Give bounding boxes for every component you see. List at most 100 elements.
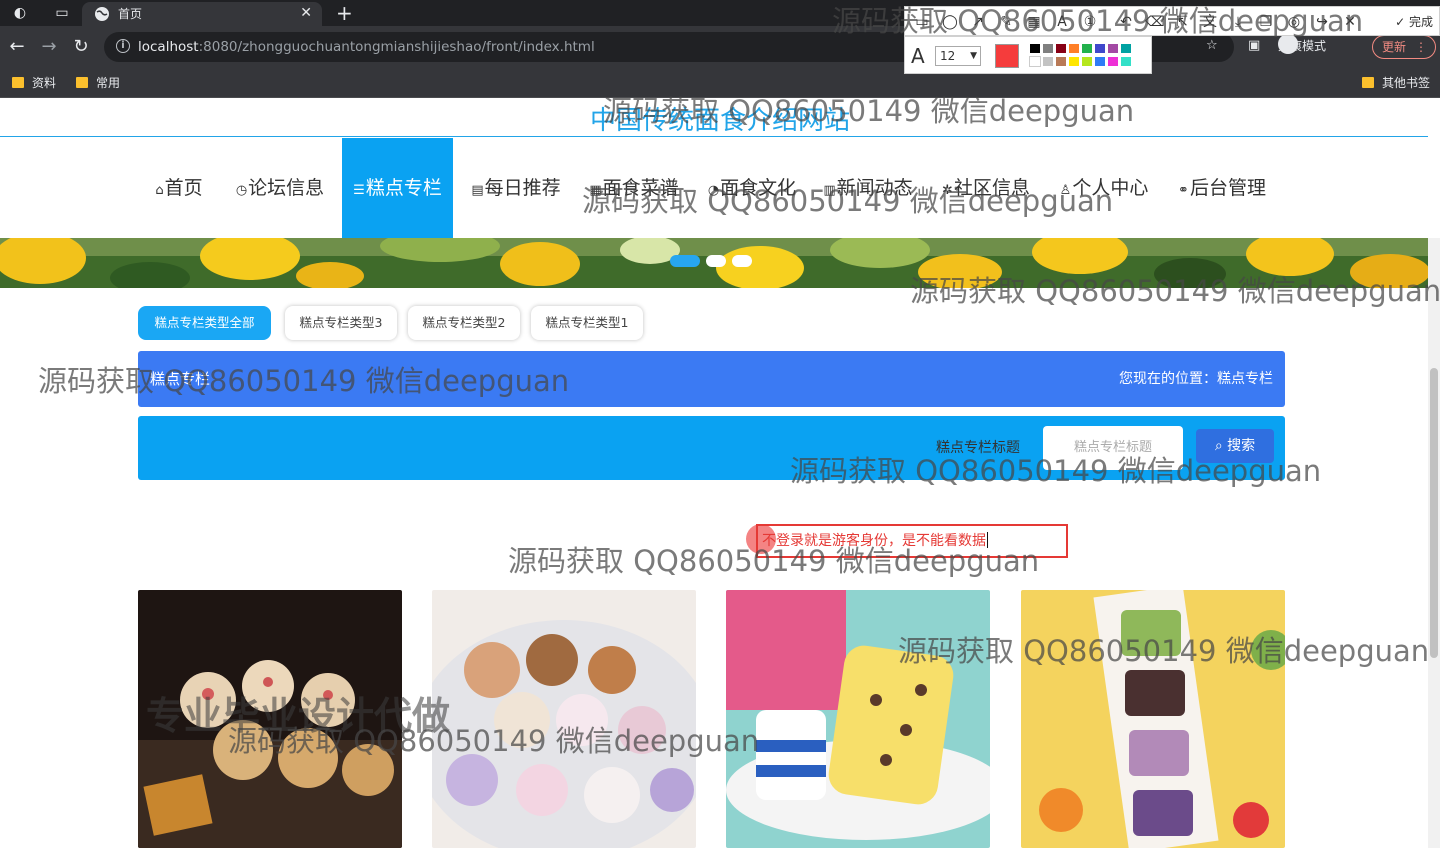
nav-item-recipes[interactable]: ▦面食菜谱: [580, 138, 688, 238]
color-swatch[interactable]: [1081, 43, 1093, 54]
ellipse-tool-icon[interactable]: ◯: [941, 13, 959, 31]
url-text[interactable]: localhost:8080/zhongguochuantongmianshij…: [138, 39, 595, 55]
eraser-icon[interactable]: ⌫: [1145, 13, 1165, 31]
text-tool-icon[interactable]: A: [1053, 13, 1071, 31]
home-icon: ⌂: [155, 183, 164, 198]
ocr-icon[interactable]: ◎: [1285, 13, 1303, 31]
mosaic-tool-icon[interactable]: ▦: [1025, 13, 1043, 31]
filter-chip-type3[interactable]: 糕点专栏类型3: [285, 306, 397, 340]
pastry-card-image[interactable]: [1021, 590, 1285, 848]
link-icon: ⚭: [1178, 183, 1189, 198]
search-panel: 糕点专栏标题 糕点专栏标题 ⌕ 搜索: [138, 416, 1285, 480]
tab-close-icon[interactable]: ✕: [300, 5, 312, 21]
breadcrumb: 糕点专栏 您现在的位置：糕点专栏: [138, 351, 1285, 407]
back-icon[interactable]: ←: [6, 36, 28, 58]
tab-title: 首页: [118, 7, 143, 21]
chart-icon: ▥: [823, 183, 836, 198]
nav-item-home[interactable]: ⌂首页: [144, 138, 214, 238]
scrollbar-thumb[interactable]: [1430, 368, 1438, 658]
cancel-icon[interactable]: ✕: [1341, 13, 1359, 31]
section-title: 糕点专栏: [150, 370, 211, 388]
bookmark-folder-ziliao[interactable]: 资料: [12, 74, 56, 92]
color-swatch[interactable]: [1055, 56, 1067, 67]
color-swatch[interactable]: [1094, 56, 1106, 67]
pin-icon[interactable]: ⇱: [1173, 13, 1191, 31]
color-swatch[interactable]: [1068, 43, 1080, 54]
annotation-toolbar: ▭ ◯ ↗ ✎ ▦ A ① ↶ ⌫ ⇱ 文 ⤓ ❐ ◎ ↪ ✕ ✓ 完成 A 1…: [904, 0, 1440, 74]
color-swatch[interactable]: [1120, 43, 1132, 54]
translate-icon[interactable]: 文: [1201, 13, 1219, 31]
search-button[interactable]: ⌕ 搜索: [1196, 429, 1274, 463]
font-size-select[interactable]: 12 ▼: [935, 46, 981, 66]
carousel-dot-active[interactable]: [670, 255, 700, 267]
nav-item-forum[interactable]: ◷论坛信息: [226, 138, 334, 238]
forward-icon[interactable]: →: [38, 36, 60, 58]
color-swatch[interactable]: [1107, 56, 1119, 67]
current-color-swatch[interactable]: [995, 44, 1019, 68]
calendar-icon: ▤: [471, 183, 484, 198]
color-swatch[interactable]: [1068, 56, 1080, 67]
color-swatch[interactable]: [1042, 56, 1054, 67]
site-info-icon[interactable]: i: [116, 39, 130, 53]
promo-watermark: 专业毕业设计代做: [146, 694, 451, 738]
dashboard-icon: ◔: [707, 183, 720, 198]
color-swatch[interactable]: [1055, 43, 1067, 54]
carousel-dot[interactable]: [732, 255, 752, 267]
filter-chip-type2[interactable]: 糕点专栏类型2: [408, 306, 520, 340]
annotation-done-button[interactable]: ✓ 完成: [1395, 13, 1433, 31]
color-swatch[interactable]: [1042, 43, 1054, 54]
tab-search-icon[interactable]: ▭: [52, 3, 72, 23]
arrow-tool-icon[interactable]: ↗: [969, 13, 987, 31]
color-palette[interactable]: [1029, 43, 1147, 69]
main-nav: ⌂首页 ◷论坛信息 ☰糕点专栏 ▤每日推荐 ▦面食菜谱 ◔面食文化 ▥新闻动态 …: [0, 138, 1428, 238]
pen-tool-icon[interactable]: ✎: [997, 13, 1015, 31]
pastry-card-image[interactable]: [726, 590, 990, 848]
reload-icon[interactable]: ↻: [70, 36, 92, 58]
folder-icon: [12, 77, 24, 88]
cluster-icon: ✲: [942, 183, 953, 198]
new-tab-icon[interactable]: +: [336, 2, 353, 24]
rect-tool-icon[interactable]: ▭: [913, 13, 931, 31]
annotation-tools-row: ▭ ◯ ↗ ✎ ▦ A ① ↶ ⌫ ⇱ 文 ⤓ ❐ ◎ ↪ ✕ ✓ 完成: [904, 6, 1440, 36]
nav-item-community[interactable]: ✲社区信息: [932, 138, 1040, 238]
browser-menu-icon[interactable]: ◐: [10, 3, 30, 23]
browser-tab[interactable]: 首页 ✕: [82, 2, 322, 26]
nav-item-pastry[interactable]: ☰糕点专栏: [342, 138, 453, 238]
color-swatch[interactable]: [1029, 43, 1041, 54]
color-swatch[interactable]: [1120, 56, 1132, 67]
nav-item-daily[interactable]: ▤每日推荐: [462, 138, 570, 238]
pastry-card-image[interactable]: [432, 590, 696, 848]
search-input[interactable]: 糕点专栏标题: [1043, 426, 1183, 470]
filter-chip-type1[interactable]: 糕点专栏类型1: [531, 306, 643, 340]
nav-item-profile[interactable]: ♙个人中心: [1050, 138, 1158, 238]
page-scrollbar[interactable]: [1428, 238, 1440, 848]
title-divider: [0, 136, 1428, 137]
font-size-icon: A: [911, 44, 925, 68]
other-bookmarks[interactable]: 其他书签: [1362, 74, 1430, 92]
nav-item-news[interactable]: ▥新闻动态: [814, 138, 922, 238]
number-tool-icon[interactable]: ①: [1081, 13, 1099, 31]
search-label: 糕点专栏标题: [936, 440, 1020, 456]
search-icon: ⌕: [1214, 438, 1223, 454]
share-icon[interactable]: ↪: [1313, 13, 1331, 31]
color-swatch[interactable]: [1081, 56, 1093, 67]
color-swatch[interactable]: [1107, 43, 1119, 54]
undo-icon[interactable]: ↶: [1117, 13, 1135, 31]
user-icon: ♙: [1059, 183, 1072, 198]
text-caret: [987, 532, 988, 548]
nav-item-admin[interactable]: ⚭后台管理: [1168, 138, 1276, 238]
bookmark-folder-changyong[interactable]: 常用: [76, 74, 120, 92]
folder-icon: [76, 77, 88, 88]
carousel-dot[interactable]: [706, 255, 726, 267]
folder-icon: [1362, 77, 1374, 88]
copy-icon[interactable]: ❐: [1257, 13, 1275, 31]
color-swatch[interactable]: [1029, 56, 1041, 67]
annotation-text: 不登录就是游客身份，是不能看数据: [762, 532, 988, 549]
save-icon[interactable]: ⤓: [1229, 13, 1247, 31]
breadcrumb-position: 您现在的位置：糕点专栏: [1119, 371, 1273, 387]
clock-icon: ◷: [235, 183, 248, 198]
breadcrumb-current[interactable]: 糕点专栏: [1217, 371, 1273, 387]
filter-chip-all[interactable]: 糕点专栏类型全部: [138, 306, 271, 340]
color-swatch[interactable]: [1094, 43, 1106, 54]
nav-item-culture[interactable]: ◔面食文化: [698, 138, 806, 238]
